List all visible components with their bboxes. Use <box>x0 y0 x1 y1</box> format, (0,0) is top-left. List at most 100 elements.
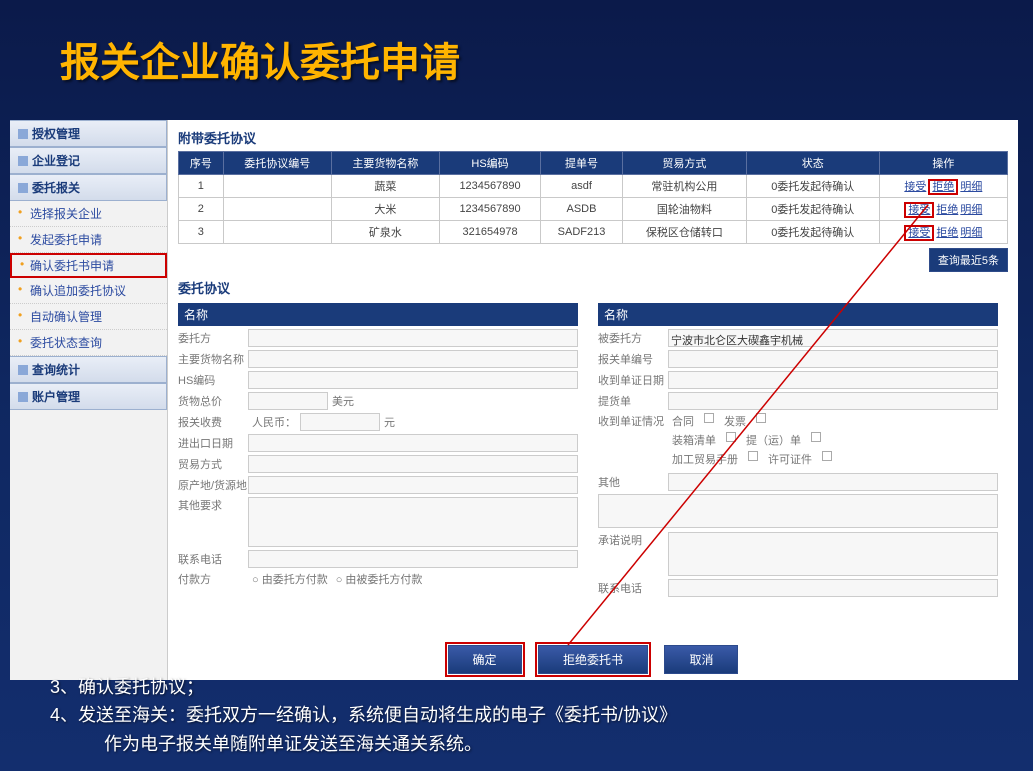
right-form: 名称 被委托方宁波市北仑区大碶鑫宇机械 报关单编号 收到单证日期 提货单 收到单… <box>598 303 998 600</box>
col-goods: 主要货物名称 <box>331 152 439 175</box>
input-decl-no[interactable] <box>668 350 998 368</box>
sidebar-section-entrust[interactable]: 委托报关 <box>10 174 167 201</box>
folder-icon <box>18 156 28 166</box>
col-bill: 提单号 <box>541 152 623 175</box>
note-line-2: 4、发送至海关：委托双方一经确认，系统便自动将生成的电子《委托书/协议》 <box>50 701 677 730</box>
doc-contract: 合同 <box>672 413 694 429</box>
chk-manual[interactable] <box>748 451 758 461</box>
op-accept[interactable]: 接受 <box>904 202 934 218</box>
folder-icon <box>18 365 28 375</box>
label-decl-no: 报关单编号 <box>598 351 668 367</box>
cancel-button[interactable]: 取消 <box>664 645 738 674</box>
unit-usd: 美元 <box>332 393 354 409</box>
chk-packing[interactable] <box>726 432 736 442</box>
input-origin[interactable] <box>248 476 578 494</box>
label-bill: 提货单 <box>598 393 668 409</box>
label-agent: 被委托方 <box>598 330 668 346</box>
input-fee[interactable] <box>300 413 380 431</box>
col-no: 序号 <box>179 152 224 175</box>
chk-license[interactable] <box>822 451 832 461</box>
label-hs: HS编码 <box>178 372 248 388</box>
op-reject[interactable]: 拒绝 <box>936 227 958 239</box>
radio-opt2[interactable]: ○ 由被委托方付款 <box>336 571 423 587</box>
input-client[interactable] <box>248 329 578 347</box>
input-recv-date[interactable] <box>668 371 998 389</box>
chk-invoice[interactable] <box>756 413 766 423</box>
op-accept[interactable]: 接受 <box>904 225 934 241</box>
input-promise[interactable] <box>668 532 998 576</box>
sidebar-section-enterprise[interactable]: 企业登记 <box>10 147 167 174</box>
sidebar-item-select[interactable]: 选择报关企业 <box>10 201 167 227</box>
recent-query-button[interactable]: 查询最近5条 <box>929 248 1008 272</box>
label-client: 委托方 <box>178 330 248 346</box>
sidebar-item-confirm[interactable]: 确认委托书申请 <box>10 253 167 278</box>
label-other-req: 其他要求 <box>178 497 248 513</box>
input-phone-r[interactable] <box>668 579 998 597</box>
col-status: 状态 <box>746 152 879 175</box>
label-phone-r: 联系电话 <box>598 580 668 596</box>
input-bill[interactable] <box>668 392 998 410</box>
doc-manual: 加工贸易手册 <box>672 451 738 467</box>
doc-invoice: 发票 <box>724 413 746 429</box>
confirm-button[interactable]: 确定 <box>448 645 522 674</box>
input-goods[interactable] <box>248 350 578 368</box>
left-form: 名称 委托方 主要货物名称 HS编码 货物总价美元 报关收费人民币：元 进出口日… <box>178 303 578 600</box>
agreement-table: 序号 委托协议编号 主要货物名称 HS编码 提单号 贸易方式 状态 操作 1蔬菜… <box>178 151 1008 244</box>
sidebar-section-query[interactable]: 查询统计 <box>10 356 167 383</box>
col-hs: HS编码 <box>439 152 540 175</box>
op-accept[interactable]: 接受 <box>904 181 926 193</box>
folder-icon <box>18 129 28 139</box>
op-reject[interactable]: 拒绝 <box>928 179 958 195</box>
note-line-1: 3、确认委托协议； <box>50 673 677 702</box>
op-detail[interactable]: 明细 <box>960 181 982 193</box>
bottom-buttons: 确定 拒绝委托书 取消 <box>168 645 1018 674</box>
label-trade: 贸易方式 <box>178 456 248 472</box>
left-form-header: 名称 <box>178 303 578 326</box>
grid-area <box>598 494 998 528</box>
input-hs[interactable] <box>248 371 578 389</box>
input-phone[interactable] <box>248 550 578 568</box>
main-content: 附带委托协议 序号 委托协议编号 主要货物名称 HS编码 提单号 贸易方式 状态… <box>168 120 1018 680</box>
doc-bill: 提（运）单 <box>746 432 801 448</box>
folder-icon <box>18 183 28 193</box>
input-trade[interactable] <box>248 455 578 473</box>
label-other: 其他 <box>598 474 668 490</box>
input-date[interactable] <box>248 434 578 452</box>
col-agr: 委托协议编号 <box>223 152 331 175</box>
op-reject[interactable]: 拒绝 <box>936 204 958 216</box>
input-other[interactable] <box>668 473 998 491</box>
sidebar-section-account[interactable]: 账户管理 <box>10 383 167 410</box>
sidebar-item-status[interactable]: 委托状态查询 <box>10 330 167 356</box>
label-recv-date: 收到单证日期 <box>598 372 668 388</box>
lower-section-title: 委托协议 <box>178 272 1008 297</box>
label-payer: 付款方 <box>178 571 248 587</box>
op-detail[interactable]: 明细 <box>960 227 982 239</box>
input-agent[interactable]: 宁波市北仑区大碶鑫宇机械 <box>668 329 998 347</box>
right-form-header: 名称 <box>598 303 998 326</box>
chk-contract[interactable] <box>704 413 714 423</box>
label-phone: 联系电话 <box>178 551 248 567</box>
reject-button[interactable]: 拒绝委托书 <box>538 645 648 674</box>
note-line-3: 作为电子报关单随附单证发送至海关通关系统。 <box>50 730 677 759</box>
slide-notes: 3、确认委托协议； 4、发送至海关：委托双方一经确认，系统便自动将生成的电子《委… <box>50 673 677 759</box>
col-trade: 贸易方式 <box>622 152 746 175</box>
input-total[interactable] <box>248 392 328 410</box>
app-screenshot: 授权管理 企业登记 委托报关 选择报关企业 发起委托申请 确认委托书申请 确认追… <box>10 120 1018 680</box>
doc-license: 许可证件 <box>768 451 812 467</box>
sidebar-item-apply[interactable]: 发起委托申请 <box>10 227 167 253</box>
table-row: 2大米1234567890ASDB国轮油物料0委托发起待确认 接受拒绝明细 <box>179 198 1008 221</box>
doc-packing: 装箱清单 <box>672 432 716 448</box>
label-fee: 报关收费 <box>178 414 248 430</box>
label-docs: 收到单证情况 <box>598 413 668 429</box>
sidebar: 授权管理 企业登记 委托报关 选择报关企业 发起委托申请 确认委托书申请 确认追… <box>10 120 168 680</box>
slide-title: 报关企业确认委托申请 <box>0 0 1033 108</box>
upper-section-title: 附带委托协议 <box>178 128 1008 147</box>
sidebar-item-append[interactable]: 确认追加委托协议 <box>10 278 167 304</box>
sidebar-item-auto[interactable]: 自动确认管理 <box>10 304 167 330</box>
radio-opt1[interactable]: ○ 由委托方付款 <box>252 571 328 587</box>
table-row: 1蔬菜1234567890asdf常驻机构公用0委托发起待确认 接受拒绝明细 <box>179 175 1008 198</box>
op-detail[interactable]: 明细 <box>960 204 982 216</box>
chk-bill[interactable] <box>811 432 821 442</box>
sidebar-section-auth[interactable]: 授权管理 <box>10 120 167 147</box>
input-other-req[interactable] <box>248 497 578 547</box>
